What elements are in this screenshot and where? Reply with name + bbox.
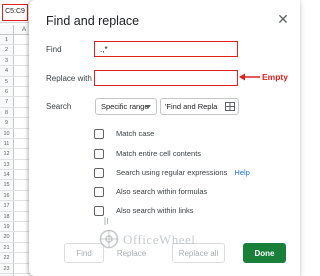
row-number[interactable]: 10 [0,128,14,138]
match-case-checkbox[interactable] [94,129,104,139]
row-number[interactable]: 6 [0,86,14,97]
name-box[interactable]: C5:C9 [2,4,28,21]
row-number[interactable]: 4 [0,66,14,76]
row-number[interactable]: 15 [0,180,14,190]
officewheel-logo-icon [99,229,119,249]
watermark-text: OfficeWheel [123,232,196,247]
chevron-down-icon [145,105,151,109]
find-replace-dialog: Find and replace ✕ Find Replace with Emp… [29,0,300,276]
grid-icon[interactable] [225,102,235,111]
row-number[interactable]: 8 [0,107,14,118]
search-scope-value: Specific range [101,102,149,111]
row-number[interactable]: 3 [0,55,14,66]
replace-with-input[interactable] [94,70,238,86]
find-label: Find [46,45,62,54]
row-number[interactable]: 12 [0,149,14,159]
find-button[interactable]: Find [64,243,104,263]
replace-with-label: Replace with [46,74,92,83]
row-number[interactable]: 18 [0,211,14,222]
find-input[interactable] [94,41,238,57]
dialog-title: Find and replace [46,14,140,28]
row-number[interactable]: 2 [0,45,14,55]
regex-checkbox[interactable] [94,168,104,178]
row-number[interactable]: 16 [0,190,14,201]
regex-help-link[interactable]: Help [234,168,249,177]
search-links-label: Also search within links [116,206,194,215]
match-case-label: Match case [116,129,155,138]
row-number[interactable]: 5 [0,76,14,86]
row-number[interactable]: 14 [0,170,14,180]
row-number[interactable]: 21 [0,242,14,253]
done-button[interactable]: Done [243,243,286,263]
search-links-checkbox[interactable] [94,206,104,216]
row-number[interactable]: 9 [0,118,14,128]
match-entire-cell-checkbox[interactable] [94,149,104,159]
search-formulas-checkbox[interactable] [94,187,104,197]
column-a-header[interactable]: A [22,25,26,35]
row-number[interactable]: 1 [0,35,14,45]
row-number[interactable]: 11 [0,138,14,149]
row-number[interactable]: 7 [0,97,14,107]
select-all-corner[interactable] [0,25,14,35]
empty-annotation: Empty [262,72,288,82]
search-scope-select[interactable]: Specific range [95,98,157,115]
range-input[interactable]: 'Find and Repla [160,98,239,115]
range-value: 'Find and Repla [165,102,218,111]
search-label: Search [46,102,72,111]
text-cursor-icon [104,217,108,225]
row-number[interactable]: 13 [0,159,14,170]
row-number[interactable]: 22 [0,253,14,263]
row-number[interactable]: 23 [0,263,14,273]
row-number[interactable]: 19 [0,222,14,232]
match-entire-cell-label: Match entire cell contents [116,149,202,158]
row-number[interactable]: 17 [0,201,14,211]
arrow-left-icon [239,73,260,81]
regex-label: Search using regular expressions [116,168,228,177]
close-icon[interactable]: ✕ [275,11,291,27]
regex-row-text: Search using regular expressions Help [116,168,250,178]
search-formulas-label: Also search within formulas [116,187,208,196]
row-number[interactable]: 20 [0,232,14,242]
